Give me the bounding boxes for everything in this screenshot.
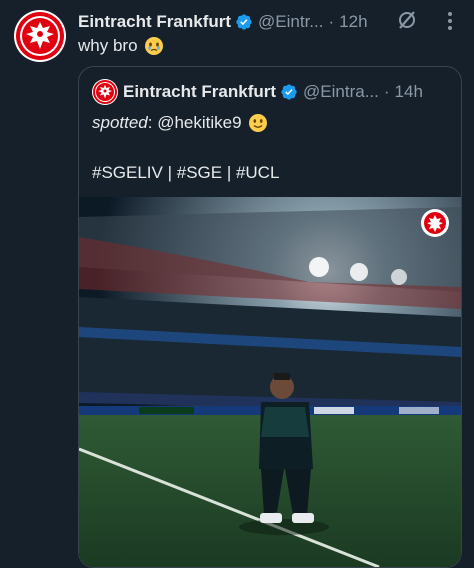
author-name[interactable]: Eintracht Frankfurt [78,12,231,32]
more-options-icon[interactable] [440,11,460,31]
quoted-tweet-header: Eintracht Frankfurt @Eintra... · 14h [123,79,461,105]
face-holding-back-tears-emoji [144,36,164,56]
quoted-media-image[interactable] [79,197,461,567]
grok-icon[interactable] [396,9,418,31]
quoted-author-handle: @Eintra... [303,82,379,101]
quoted-text-italic: spotted [92,113,148,132]
quoted-text-line: spotted : @hekitike9 [92,113,268,133]
tweet-body: why bro [78,36,138,55]
quoted-timestamp: 14h [394,82,423,101]
verified-badge-icon [280,83,298,101]
quoted-tweet[interactable]: Eintracht Frankfurt @Eintra... · 14h spo… [78,66,462,568]
author-handle[interactable]: @Eintr... [258,12,323,32]
verified-badge-icon [235,13,253,31]
timestamp[interactable]: 12h [339,12,367,32]
stadium-photo [79,197,461,567]
separator-dot: · [328,12,335,31]
quoted-hashtags: #SGELIV | #SGE | #UCL [92,163,280,182]
tweet-text: why bro [78,36,164,56]
quoted-avatar[interactable] [92,79,118,105]
slightly-smiling-face-emoji [248,113,268,133]
quoted-author-name: Eintracht Frankfurt [123,82,277,101]
avatar[interactable] [14,10,66,62]
separator-dot: · [383,82,390,101]
eintracht-frankfurt-logo [93,80,117,104]
quoted-text-mention: : @hekitike9 [147,113,242,132]
eintracht-frankfurt-logo [16,12,64,60]
